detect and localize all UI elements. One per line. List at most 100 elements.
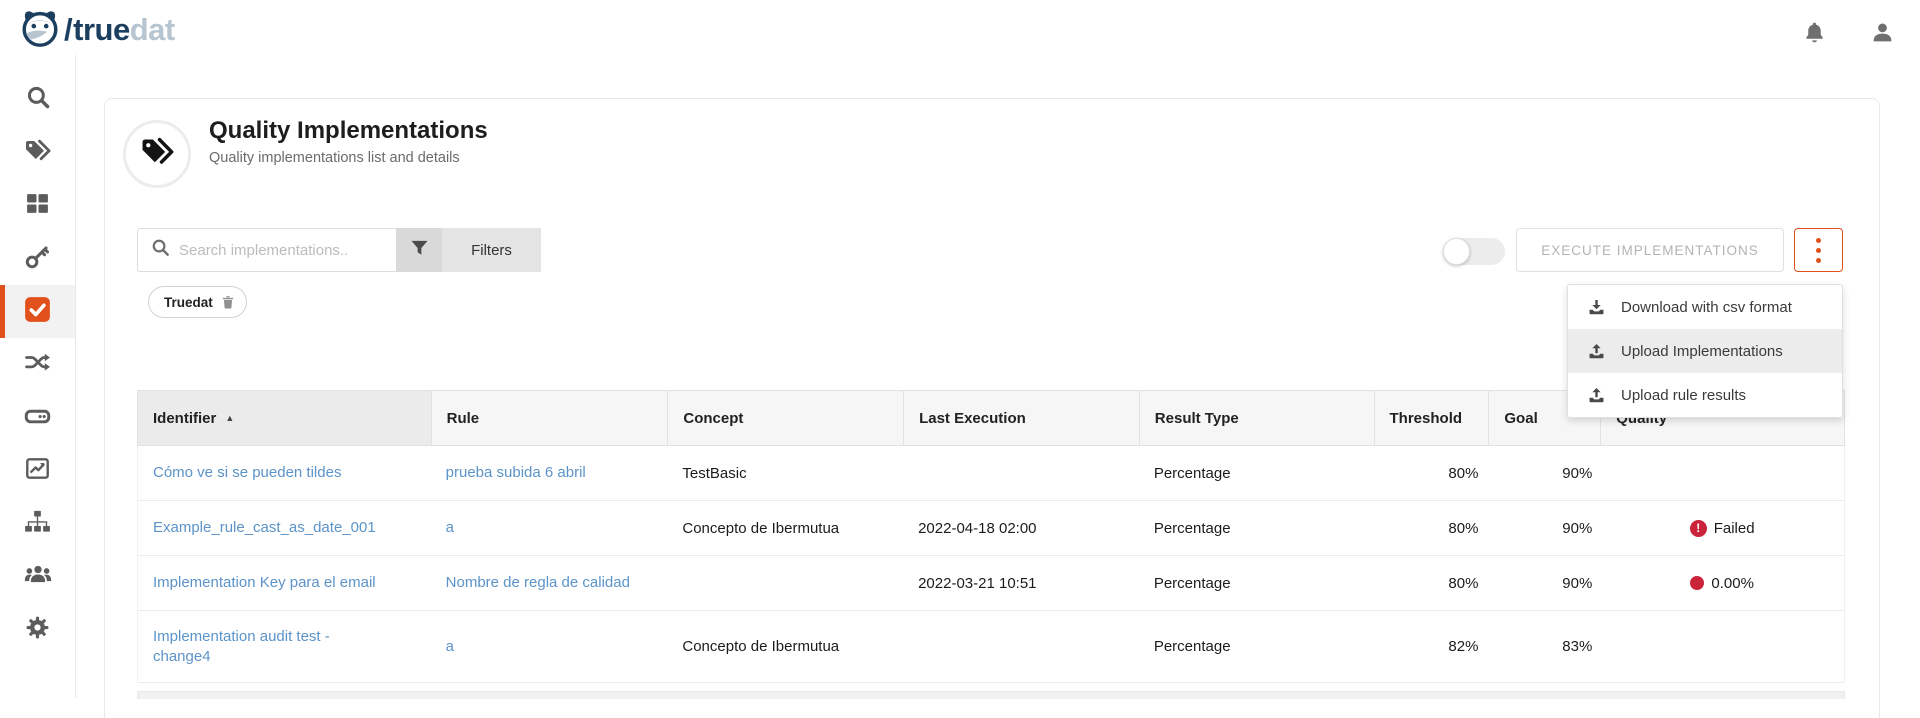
sidebar-item-settings[interactable] [0,603,75,656]
quality-value-label: 0.00% [1711,575,1754,592]
more-actions-button[interactable] [1794,228,1843,272]
concept-cell: Concepto de Ibermutua [667,638,903,655]
column-header-identifier[interactable]: Identifier ▲ [138,391,431,445]
search-input[interactable] [179,242,379,259]
implementations-table: Identifier ▲ Rule Concept Last Execution… [137,390,1845,699]
filter-chip-label: Truedat [164,295,213,310]
trash-icon[interactable] [222,295,234,309]
page-subtitle: Quality implementations list and details [209,150,488,166]
sidebar-item-dashboards[interactable] [0,444,75,497]
page-title-badge [123,120,191,188]
sidebar-item-lineage[interactable] [0,338,75,391]
execute-button-label: EXECUTE IMPLEMENTATIONS [1541,243,1759,258]
execute-toggle[interactable] [1443,238,1505,265]
notifications-bell-icon[interactable] [1802,20,1828,46]
sitemap-icon [24,508,51,540]
tags-icon [24,138,51,168]
sidebar-item-data-sources[interactable] [0,391,75,444]
goal-cell: 90% [1488,520,1600,537]
quality-cell: 0.00% [1600,575,1844,592]
users-icon [24,562,52,591]
actions-dropdown-menu: Download with csv format Upload Implemen… [1567,284,1843,418]
filters-label: Filters [471,242,512,259]
menu-item-download-csv[interactable]: Download with csv format [1568,285,1842,329]
column-header-last-execution[interactable]: Last Execution [903,391,1139,445]
gear-icon [25,615,50,645]
rule-link[interactable]: a [446,637,454,657]
menu-item-label: Upload Implementations [1621,343,1783,360]
sidebar-item-structures[interactable] [0,497,75,550]
table-row: Cómo ve si se pueden tildes prueba subid… [138,446,1844,501]
threshold-cell: 80% [1374,465,1489,482]
column-header-result-type[interactable]: Result Type [1139,391,1374,445]
quality-status-label: Failed [1714,520,1755,537]
sidebar-item-search[interactable] [0,73,75,126]
page-title: Quality Implementations [209,117,488,145]
truedat-logo[interactable]: /truedat [18,7,175,53]
quality-cell: ! Failed [1600,520,1844,537]
table-row: Implementation audit test - change4 a Co… [138,611,1844,683]
menu-item-label: Download with csv format [1621,299,1792,316]
table-row: Implementation Key para el email Nombre … [138,556,1844,611]
failed-exclamation-icon: ! [1690,520,1707,537]
rule-link[interactable]: a [446,518,454,538]
result-type-cell: Percentage [1139,638,1374,655]
funnel-icon [411,240,428,261]
filter-chip-truedat[interactable]: Truedat [148,286,247,318]
rule-link[interactable]: Nombre de regla de calidad [446,573,630,593]
result-type-cell: Percentage [1139,465,1374,482]
top-bar: /truedat [0,0,1920,55]
download-icon [1588,299,1606,315]
logo-text: /truedat [64,12,175,48]
last-execution-cell: 2022-03-21 10:51 [903,575,1139,592]
column-header-concept[interactable]: Concept [667,391,903,445]
drive-icon [24,402,51,434]
sidebar-item-tags[interactable] [0,126,75,179]
search-icon [25,84,51,115]
sidebar-item-permissions[interactable] [0,232,75,285]
owl-logo-icon [18,7,62,53]
execute-implementations-button[interactable]: EXECUTE IMPLEMENTATIONS [1516,228,1784,272]
check-square-icon [24,296,51,328]
menu-item-upload-implementations[interactable]: Upload Implementations [1568,329,1842,373]
column-header-threshold[interactable]: Threshold [1374,391,1489,445]
result-type-cell: Percentage [1139,575,1374,592]
kebab-menu-icon [1816,238,1821,243]
identifier-link[interactable]: Implementation Key para el email [153,573,376,593]
goal-cell: 90% [1488,465,1600,482]
sidebar-item-quality[interactable] [0,285,75,338]
menu-item-upload-rule-results[interactable]: Upload rule results [1568,373,1842,417]
key-icon [25,244,50,274]
chart-icon [25,456,50,486]
last-execution-cell: 2022-04-18 02:00 [903,520,1139,537]
sidebar-nav [0,55,76,698]
filters-button[interactable]: Filters [442,228,541,272]
filter-funnel-button[interactable] [396,228,442,272]
column-header-rule[interactable]: Rule [431,391,668,445]
search-box [137,228,396,272]
grid-icon [25,191,50,221]
goal-cell: 90% [1488,575,1600,592]
search-icon [151,238,170,262]
menu-item-label: Upload rule results [1621,387,1746,404]
rule-link[interactable]: prueba subida 6 abril [446,463,586,483]
identifier-link[interactable]: Example_rule_cast_as_date_001 [153,518,376,538]
upload-icon [1588,343,1606,359]
quality-red-dot-icon [1690,576,1704,590]
table-row: Example_rule_cast_as_date_001 a Concepto… [138,501,1844,556]
quality-implementations-card: Quality Implementations Quality implemen… [104,98,1880,718]
user-profile-icon[interactable] [1870,20,1896,46]
result-type-cell: Percentage [1139,520,1374,537]
concept-cell: TestBasic [667,465,903,482]
goal-cell: 83% [1488,638,1600,655]
tags-icon [140,136,174,172]
threshold-cell: 80% [1374,575,1489,592]
sidebar-item-modules[interactable] [0,179,75,232]
threshold-cell: 82% [1374,638,1489,655]
toggle-knob [1443,238,1470,265]
upload-icon [1588,387,1606,403]
sidebar-item-groups[interactable] [0,550,75,603]
shuffle-icon [24,350,51,380]
identifier-link[interactable]: Cómo ve si se pueden tildes [153,463,341,483]
identifier-link[interactable]: Implementation audit test - change4 [153,627,388,667]
